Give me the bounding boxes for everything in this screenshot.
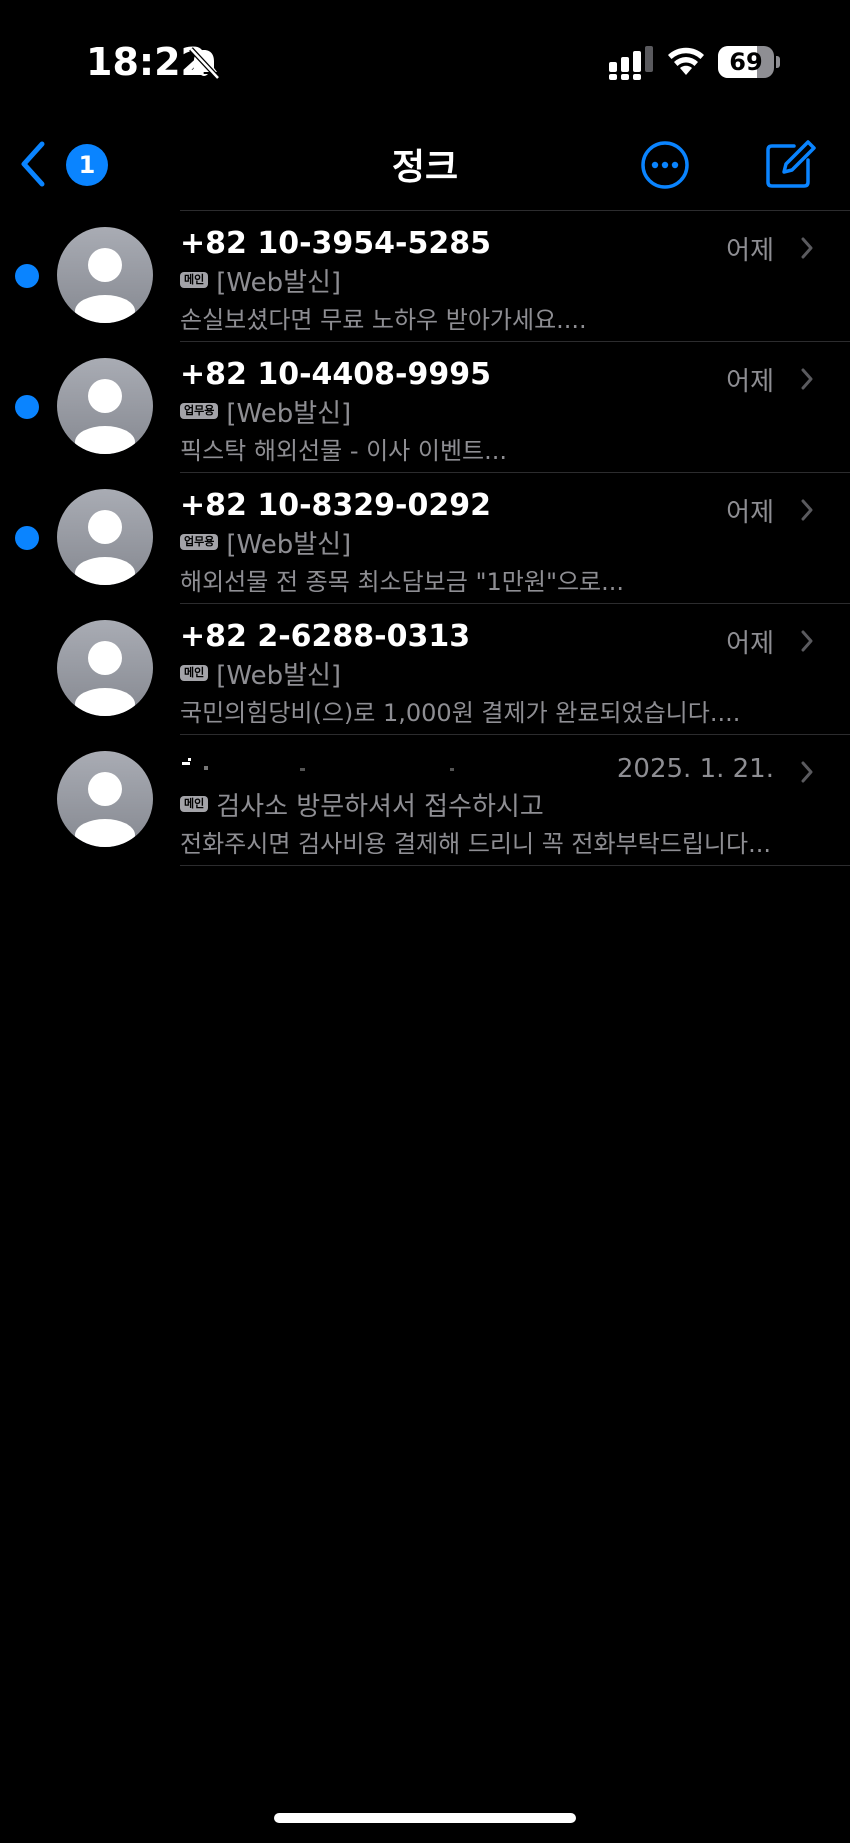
category-tag: 메인 — [180, 796, 209, 812]
message-subject: [Web발신] — [216, 660, 342, 691]
chevron-right-icon — [801, 761, 813, 783]
sender-name: +82 10-8329-0292 — [180, 488, 491, 523]
page-title: 정크 — [391, 147, 459, 188]
avatar — [57, 489, 153, 585]
sender-name: +82 10-4408-9995 — [180, 357, 491, 392]
nav-bar: 1 정크 — [0, 120, 850, 210]
ellipsis-circle-icon[interactable] — [640, 140, 690, 190]
message-date: 어제 — [726, 629, 774, 659]
home-indicator[interactable] — [274, 1813, 576, 1823]
sender-name: +82 2-6288-0313 — [180, 619, 471, 654]
person-icon — [75, 248, 135, 323]
message-date: 어제 — [726, 367, 774, 397]
compose-icon[interactable] — [764, 138, 816, 190]
chevron-right-icon — [801, 499, 813, 521]
person-icon — [75, 772, 135, 847]
message-subject: [Web발신] — [226, 529, 352, 560]
cellular-signal-icon — [609, 46, 653, 80]
message-subject-line: 업무용 [Web발신] — [180, 395, 352, 429]
avatar — [57, 620, 153, 716]
message-date: 어제 — [726, 236, 774, 266]
message-subject-line: 메인 [Web발신] — [180, 657, 342, 691]
conversation-row[interactable]: +82 10-8329-0292 어제업무용 [Web발신] 해외선물 전 종목 최소… — [0, 472, 850, 603]
unread-dot — [15, 526, 39, 550]
person-icon — [75, 510, 135, 585]
avatar — [57, 227, 153, 323]
sender-name: +82 10-3954-5285 — [180, 226, 491, 261]
message-subject: [Web발신] — [216, 267, 342, 298]
category-tag: 업무용 — [180, 534, 219, 550]
unread-dot — [15, 395, 39, 419]
bell-slash-icon — [189, 47, 220, 80]
conversation-row[interactable]: 2025. 1. 21. 메인 검사소 방문하셔서 접수하시고전화주시면 검사비용 … — [0, 734, 850, 865]
message-preview: 국민의힘당비(으)로 1,000원 결제가 완료되었습니다.... — [180, 699, 741, 727]
battery-body: 69 — [718, 46, 774, 78]
conversation-row[interactable]: +82 10-3954-5285 어제메인 [Web발신] 손실보셨다면 무료 노하우… — [0, 210, 850, 341]
obscured-text-marks — [182, 758, 454, 771]
chevron-right-icon — [801, 630, 813, 652]
wifi-icon — [668, 47, 704, 75]
chevron-left-icon — [21, 141, 45, 187]
battery-tip — [776, 56, 780, 68]
message-subject-line: 메인 [Web발신] — [180, 264, 342, 298]
avatar — [57, 358, 153, 454]
category-tag: 업무용 — [180, 403, 219, 419]
person-icon — [75, 379, 135, 454]
message-preview: 해외선물 전 종목 최소담보금 "1만원"으로... — [180, 568, 625, 596]
back-button[interactable]: 1 — [14, 134, 114, 194]
message-date: 어제 — [726, 498, 774, 528]
person-icon — [75, 641, 135, 716]
chevron-right-icon — [801, 368, 813, 390]
status-bar: 18:22 69 — [0, 0, 850, 110]
row-divider — [180, 865, 850, 866]
message-preview: 픽스탁 해외선물 - 이사 이벤트... — [180, 437, 508, 465]
message-date: 2025. 1. 21. — [616, 754, 774, 784]
conversation-row[interactable]: +82 10-4408-9995 어제업무용 [Web발신] 픽스탁 해외선물 - 이… — [0, 341, 850, 472]
battery-indicator: 69 — [718, 46, 780, 78]
category-tag: 메인 — [180, 665, 209, 681]
conversation-row[interactable]: +82 2-6288-0313 어제메인 [Web발신] 국민의힘당비(으)로 1,0… — [0, 603, 850, 734]
unread-dot — [15, 264, 39, 288]
category-tag: 메인 — [180, 272, 209, 288]
message-subject: 검사소 방문하셔서 접수하시고 — [216, 791, 544, 822]
message-subject-line: 업무용 [Web발신] — [180, 526, 352, 560]
message-subject-line: 메인 검사소 방문하셔서 접수하시고 — [180, 788, 544, 822]
unread-count-badge: 1 — [66, 144, 108, 186]
sender-name-obscured — [180, 744, 470, 772]
message-preview: 손실보셨다면 무료 노하우 받아가세요.... — [180, 306, 587, 334]
message-subject: [Web발신] — [226, 398, 352, 429]
message-preview: 전화주시면 검사비용 결제해 드리니 꼭 전화부탁드립니다... — [180, 830, 771, 858]
battery-percent: 69 — [729, 48, 763, 76]
chevron-right-icon — [801, 237, 813, 259]
avatar — [57, 751, 153, 847]
